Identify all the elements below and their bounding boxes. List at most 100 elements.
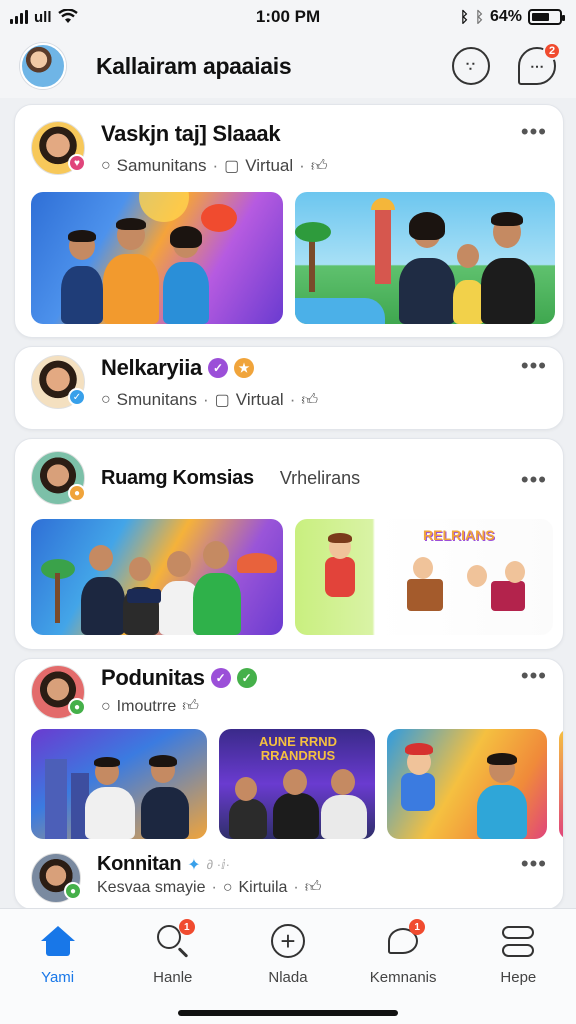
poster-name[interactable]: Podunitas [101,665,205,691]
separator: · [289,390,296,409]
chat-icon: ▢ [224,158,240,175]
thumbs-up-icon: 👍︎ [310,157,328,175]
media-thumbnail[interactable]: AUNE RRND RRANDRUS [219,729,375,839]
more-menu-icon[interactable]: ••• [521,355,547,377]
tab-label: Nlada [268,969,308,986]
media-thumbnail[interactable] [295,192,555,324]
poster-name[interactable]: Vaskjn taj] Slaaak [101,121,281,147]
media-thumbnail[interactable] [31,519,283,635]
post-meta: Podunitas ✓ ✓ ○ Imoutrre 👍︎ [101,665,521,716]
community-label: Samunitans [116,156,207,175]
verified-badge-icon: ✓ [210,668,231,688]
signal-icon [10,10,28,24]
name-row: Podunitas ✓ ✓ [101,665,521,691]
avatar[interactable]: ● [31,853,82,903]
post-card[interactable]: ✓ Nelkaryiia ✓ ★ ○ Smunitans · ▢ Virtual… [14,346,564,430]
app-header: Kallairam apaaiais ∵ ⋯ 2 [0,34,576,98]
feed: ♥ Vaskjn taj] Slaaak ○ Samunitans · ▢ Vi… [14,104,564,910]
name-row: Vaskjn taj] Slaaak [101,121,521,147]
avatar-status-dot: ● [68,484,86,502]
post-meta: Ruamg Komsias Vrhelirans [101,467,521,490]
community-label: Imoutrre [116,697,177,715]
award-icon: ★ [233,358,254,378]
battery-icon [528,9,565,25]
media-thumbnail[interactable] [559,729,563,839]
avatar[interactable]: ✓ [31,355,86,409]
bird-icon: ✦ [187,856,201,874]
messages-button[interactable]: ⋯ 2 [518,42,561,85]
post-subline: ○ Samunitans · ▢ Virtual · 👍︎ [101,156,521,176]
tab-home[interactable]: Yami [8,921,108,1024]
community-label: Kesvaa smayie [97,878,206,896]
post-tag-text: Vrhelirans [279,467,361,488]
bluetooth-icon-2: ᛒ [474,8,484,26]
separator: · [211,878,217,896]
tab-menu[interactable]: Hepe [468,921,568,1024]
thumbs-up-icon: 👍︎ [182,698,199,715]
tab-create[interactable]: + Nlada [238,921,338,1024]
name-row: Konnitan ✦ ∂ ·ⅈ· [97,853,521,876]
avatar[interactable]: ♥ [31,121,86,175]
poster-name[interactable]: Nelkaryiia [101,355,202,381]
post-meta: Konnitan ✦ ∂ ·ⅈ· Kesvaa smayie · ○ Kirtu… [97,853,521,897]
more-options-button[interactable]: ∵ [452,47,490,85]
post-media [15,192,563,324]
tab-label: Hepe [500,969,537,986]
more-menu-icon[interactable]: ••• [521,469,547,491]
post-card[interactable]: ● Ruamg Komsias Vrhelirans ••• RELRIANS [14,438,564,650]
avatar-status-dot: ♥ [68,154,86,172]
location-label: Virtual [235,390,284,409]
avatar-status-dot: ✓ [68,388,86,406]
thumbnail-caption: RELRIANS [423,527,495,543]
status-left: ull [10,9,78,26]
media-thumbnail[interactable] [31,729,207,839]
post-meta: Nelkaryiia ✓ ★ ○ Smunitans · ▢ Virtual ·… [101,355,521,410]
separator: · [212,156,219,175]
media-thumbnail[interactable] [387,729,547,839]
avatar[interactable]: ● [31,665,86,719]
post-header: ● Konnitan ✦ ∂ ·ⅈ· Kesvaa smayie · ○ Kir… [15,839,563,903]
status-right: ᛒ ᛒ 64% [460,8,565,26]
thumbnail-caption: AUNE RRND RRANDRUS [259,734,337,763]
separator: · [203,390,209,409]
notification-badge: 2 [543,42,561,60]
poster-name[interactable]: Konnitan [97,853,182,876]
chat-icon: ▢ [214,392,230,409]
post-subline: ○ Imoutrre 👍︎ [101,697,521,716]
verified-badge-icon: ✓ [207,358,228,378]
media-thumbnail[interactable] [31,192,283,324]
profile-avatar[interactable] [20,43,66,89]
location-label: Kirtuila [238,878,288,896]
more-menu-icon[interactable]: ••• [521,665,547,687]
more-menu-icon[interactable]: ••• [521,853,547,875]
post-card[interactable]: ● Podunitas ✓ ✓ ○ Imoutrre 👍︎ ••• AUNE R… [14,658,564,910]
page-title: Kallairam apaaiais [96,52,292,79]
post-media: AUNE RRND RRANDRUS [15,729,563,839]
post-media: RELRIANS [15,519,563,635]
tab-label: Kemnanis [369,969,437,986]
post-card[interactable]: ♥ Vaskjn taj] Slaaak ○ Samunitans · ▢ Vi… [14,104,564,338]
verified-check-icon: ✓ [236,668,257,688]
post-header: ● Ruamg Komsias Vrhelirans ••• [15,439,563,505]
avatar-status-dot: ● [64,882,82,900]
carrier-mark: ull [34,8,52,26]
avatar[interactable]: ● [31,451,86,505]
header-actions: ∵ ⋯ 2 [452,42,561,85]
more-menu-icon[interactable]: ••• [521,121,547,143]
home-icon [38,921,78,961]
post-meta: Vaskjn taj] Slaaak ○ Samunitans · ▢ Virt… [101,121,521,176]
search-icon: 1 [153,919,195,961]
search-icon: ○ [101,391,111,408]
search-icon: ○ [222,878,233,896]
search-icon: ○ [101,157,111,174]
tab-messages[interactable]: 1 Kemnanis [353,919,453,1024]
tab-label: Hanle [153,969,193,986]
chat-icon: 1 [383,919,426,961]
post-subline: Kesvaa smayie · ○ Kirtuila · 👍︎ [97,878,521,897]
separator: · [293,878,299,896]
tab-search[interactable]: 1 Hanle [123,919,223,1024]
media-thumbnail[interactable]: RELRIANS [295,519,553,635]
poster-name[interactable]: Ruamg Komsias [101,467,254,490]
chat-icon: ⋯ [530,57,544,74]
tab-label: Yami [41,969,75,986]
